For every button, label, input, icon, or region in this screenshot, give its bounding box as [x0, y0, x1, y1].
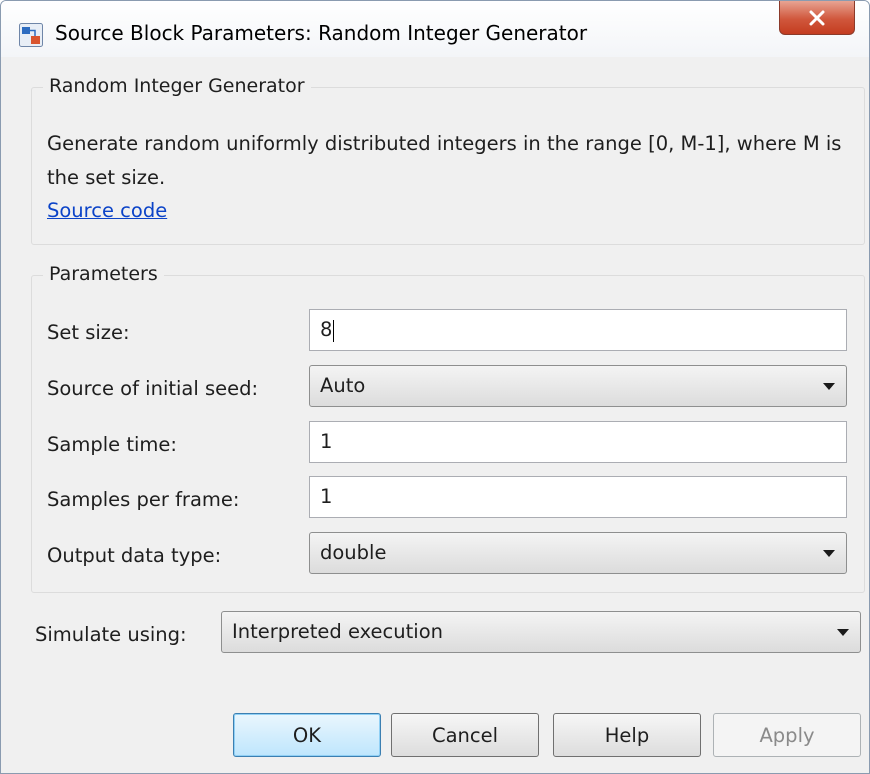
initial-seed-label: Source of initial seed:	[47, 377, 259, 400]
apply-button: Apply	[713, 713, 861, 757]
simulate-using-label: Simulate using:	[35, 623, 187, 646]
ok-button-label: OK	[292, 723, 322, 747]
set-size-value: 8	[320, 318, 333, 341]
cancel-button[interactable]: Cancel	[391, 713, 539, 757]
chevron-down-icon	[837, 629, 849, 636]
output-data-type-dropdown[interactable]: double	[309, 532, 847, 574]
output-data-type-label: Output data type:	[47, 544, 222, 567]
samples-per-frame-field[interactable]: 1	[309, 476, 847, 518]
cancel-button-label: Cancel	[431, 723, 499, 747]
initial-seed-dropdown[interactable]: Auto	[309, 365, 847, 407]
samples-per-frame-value: 1	[320, 485, 333, 508]
title-bar[interactable]: Source Block Parameters: Random Integer …	[1, 1, 869, 57]
parameters-group-title: Parameters	[43, 263, 164, 285]
samples-per-frame-label: Samples per frame:	[47, 488, 240, 511]
close-button[interactable]	[779, 1, 855, 35]
simulate-using-dropdown[interactable]: Interpreted execution	[221, 611, 861, 653]
help-button[interactable]: Help	[553, 713, 701, 757]
sample-time-value: 1	[320, 430, 333, 453]
window-title: Source Block Parameters: Random Integer …	[55, 21, 588, 45]
text-cursor	[333, 319, 335, 342]
ok-button[interactable]: OK	[233, 713, 381, 757]
close-icon	[808, 10, 826, 26]
set-size-label: Set size:	[47, 321, 130, 344]
initial-seed-value: Auto	[320, 374, 366, 397]
set-size-field[interactable]: 8	[309, 309, 847, 351]
help-button-label: Help	[604, 723, 650, 747]
apply-button-label: Apply	[759, 723, 815, 747]
block-description: Generate random uniformly distributed in…	[47, 132, 842, 189]
simulate-using-value: Interpreted execution	[232, 620, 443, 643]
sample-time-label: Sample time:	[47, 433, 177, 456]
sample-time-field[interactable]: 1	[309, 421, 847, 463]
chevron-down-icon	[823, 550, 835, 557]
output-data-type-value: double	[320, 541, 387, 564]
dialog-window: Source Block Parameters: Random Integer …	[0, 0, 870, 774]
source-code-link[interactable]: Source code	[47, 199, 167, 222]
description-group-title: Random Integer Generator	[43, 75, 311, 97]
simulink-block-icon	[19, 23, 43, 47]
chevron-down-icon	[823, 383, 835, 390]
